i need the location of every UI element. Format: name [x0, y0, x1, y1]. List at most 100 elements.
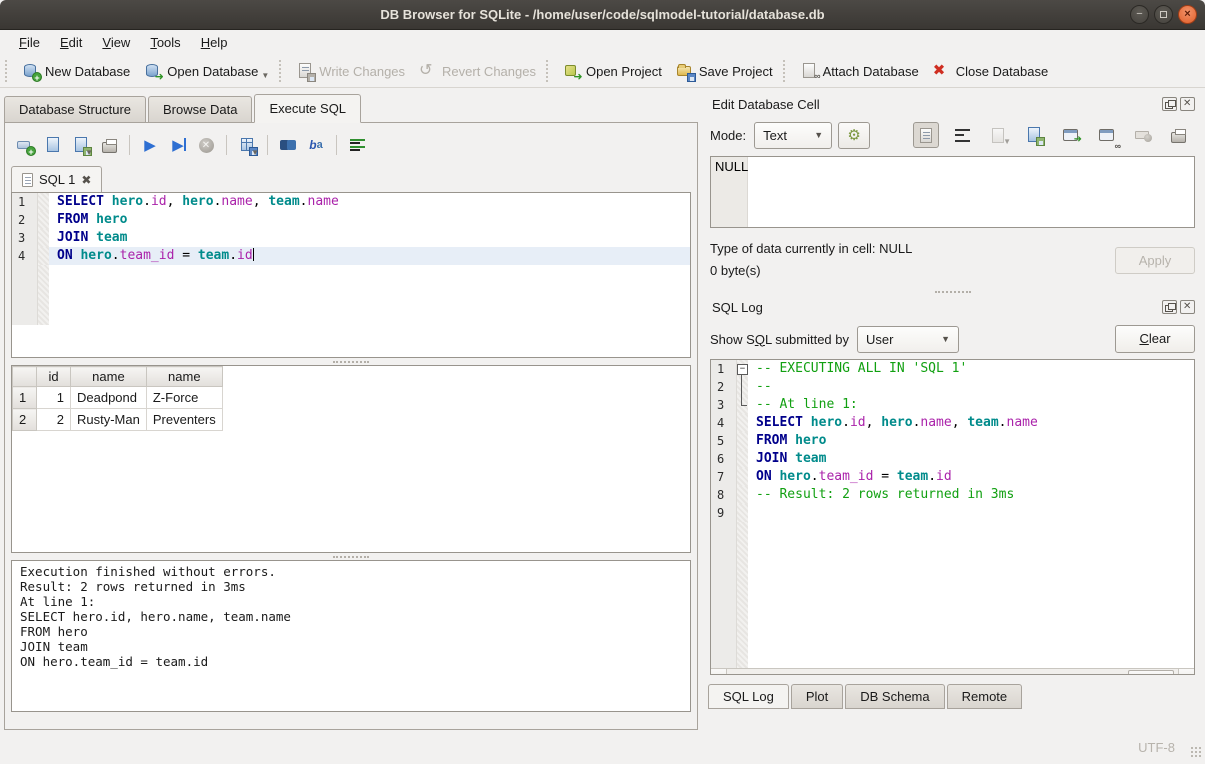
toolbar-handle — [783, 60, 790, 82]
horizontal-scrollbar[interactable]: ◀ ▶ — [711, 668, 1194, 675]
play-to-end-icon: ▶ — [172, 136, 184, 154]
scroll-right-icon[interactable]: ▶ — [1178, 669, 1194, 675]
close-tab-icon[interactable]: ✖ — [81, 173, 91, 187]
right-dock-area: Edit Database Cell Mode: Text▼ ⚙ ▼ ➜ ∞ — [702, 88, 1205, 733]
save-project-button[interactable]: Save Project — [669, 58, 780, 84]
sql1-tab[interactable]: SQL 1 ✖ — [11, 166, 102, 192]
execute-all-button[interactable]: ▶ — [138, 133, 162, 157]
binoculars-icon — [280, 138, 296, 152]
execute-sql-page: + ▼ ▶ ▶ ✕ ▼ ba SQL 1 — [4, 122, 698, 730]
execution-status-log[interactable]: Execution finished without errors. Resul… — [11, 560, 691, 712]
tab-sql-log[interactable]: SQL Log — [708, 684, 789, 709]
sql-log-view[interactable]: 1-- EXECUTING ALL IN 'SQL 1' 2-- 3-- At … — [710, 359, 1195, 675]
resize-grip-icon[interactable] — [1190, 746, 1202, 758]
menu-edit[interactable]: Edit — [51, 32, 91, 53]
splitter-handle[interactable] — [708, 288, 1197, 295]
new-database-icon: + — [22, 62, 40, 80]
link-icon: ∞ — [1115, 141, 1121, 151]
open-sql-file-button[interactable] — [41, 133, 65, 157]
new-sql-tab-button[interactable]: + — [13, 133, 37, 157]
new-database-button[interactable]: + New Database — [15, 58, 137, 84]
submitter-select[interactable]: User▼ — [857, 326, 959, 353]
sql-editor[interactable]: 1 SELECT hero.id, hero.name, team.name 2… — [11, 192, 691, 358]
tab-browse-data[interactable]: Browse Data — [148, 96, 252, 122]
close-dock-icon[interactable] — [1180, 97, 1195, 111]
table-row[interactable]: 2 2 Rusty-Man Preventers — [13, 409, 223, 431]
print-button[interactable] — [97, 133, 121, 157]
export-cell-button[interactable] — [1021, 122, 1047, 148]
execute-line-button[interactable]: ▶ — [166, 133, 190, 157]
import-settings-button[interactable]: ⚙ — [838, 122, 870, 149]
align-lines-icon — [350, 139, 365, 152]
close-database-icon: ✖ — [933, 62, 951, 80]
gear-icon: ⚙ — [847, 126, 860, 144]
column-header-name[interactable]: name — [71, 367, 147, 387]
scrollbar-thumb[interactable] — [1128, 670, 1174, 675]
menu-bar: File Edit View Tools Help — [0, 30, 1205, 55]
play-icon: ▶ — [144, 136, 156, 154]
column-header-name2[interactable]: name — [146, 367, 222, 387]
encoding-indicator[interactable]: UTF-8 — [1138, 740, 1175, 755]
menu-file[interactable]: File — [10, 32, 49, 53]
scroll-left-icon[interactable]: ◀ — [711, 669, 727, 675]
dock-title: SQL Log — [712, 300, 1159, 315]
tab-plot[interactable]: Plot — [791, 684, 843, 709]
float-dock-icon[interactable] — [1162, 300, 1177, 314]
main-tab-bar: Database Structure Browse Data Execute S… — [0, 96, 702, 122]
menu-tools[interactable]: Tools — [141, 32, 189, 53]
toolbar-handle — [5, 60, 12, 82]
open-database-button[interactable]: ➜ Open Database ▼ — [137, 58, 276, 84]
close-icon[interactable]: × — [1178, 5, 1197, 24]
tab-remote[interactable]: Remote — [947, 684, 1023, 709]
open-project-button[interactable]: ➜ Open Project — [556, 58, 669, 84]
write-changes-icon — [296, 62, 314, 80]
edit-cell-dock: Edit Database Cell Mode: Text▼ ⚙ ▼ ➜ ∞ — [708, 92, 1197, 288]
splitter-handle[interactable] — [11, 553, 691, 560]
text-mode-button[interactable] — [913, 122, 939, 148]
column-header-id[interactable]: id — [37, 367, 71, 387]
word-wrap-button[interactable] — [345, 133, 369, 157]
cell-editor[interactable]: NULL — [710, 156, 1195, 228]
maximize-icon[interactable] — [1154, 5, 1173, 24]
splitter-handle[interactable] — [11, 358, 691, 365]
export-results-button[interactable]: ▼ — [235, 133, 259, 157]
float-dock-icon[interactable] — [1162, 97, 1177, 111]
tab-db-schema[interactable]: DB Schema — [845, 684, 944, 709]
close-dock-icon[interactable] — [1180, 300, 1195, 314]
table-row[interactable]: 1 1 Deadpond Z-Force — [13, 387, 223, 409]
status-bar: UTF-8 — [0, 733, 1205, 761]
menu-view[interactable]: View — [93, 32, 139, 53]
window-title: DB Browser for SQLite - /home/user/code/… — [0, 7, 1205, 22]
format-sql-button[interactable]: ba — [304, 133, 328, 157]
word-wrap-button[interactable] — [949, 122, 975, 148]
left-pane: Database Structure Browse Data Execute S… — [0, 88, 702, 733]
toolbar-handle — [546, 60, 553, 82]
print-cell-button[interactable] — [1165, 122, 1191, 148]
menu-help[interactable]: Help — [192, 32, 237, 53]
editor-line-current: 4 ON hero.team_id = team.id — [12, 247, 690, 265]
find-button[interactable] — [276, 133, 300, 157]
results-table: id name name 1 1 Deadpond Z-Force 2 2 Ru… — [12, 366, 223, 431]
copy-link-button[interactable]: ∞ — [1093, 122, 1119, 148]
revert-changes-icon: ↺ — [419, 62, 437, 80]
open-project-icon: ➜ — [563, 62, 581, 80]
chevron-down-icon[interactable]: ▼ — [261, 71, 269, 80]
chevron-down-icon: ▼ — [814, 130, 823, 140]
set-null-button — [1129, 122, 1155, 148]
stop-icon: ✕ — [199, 138, 214, 153]
tab-database-structure[interactable]: Database Structure — [4, 96, 146, 122]
attach-database-button[interactable]: ∞ Attach Database — [793, 58, 926, 84]
fold-marker-icon[interactable] — [737, 360, 748, 378]
mode-label: Mode: — [710, 128, 746, 143]
tab-execute-sql[interactable]: Execute SQL — [254, 94, 361, 123]
sql-toolbar: + ▼ ▶ ▶ ✕ ▼ ba — [11, 128, 691, 162]
revert-changes-button: ↺ Revert Changes — [412, 58, 543, 84]
open-database-icon: ➜ — [144, 62, 162, 80]
save-sql-file-button[interactable]: ▼ — [69, 133, 93, 157]
close-database-button[interactable]: ✖ Close Database — [926, 58, 1056, 84]
editor-line: 2 FROM hero — [12, 211, 690, 229]
open-in-external-button[interactable]: ➜ — [1057, 122, 1083, 148]
mode-select[interactable]: Text▼ — [754, 122, 832, 149]
clear-button[interactable]: Clear — [1115, 325, 1195, 353]
minimize-icon[interactable]: − — [1130, 5, 1149, 24]
